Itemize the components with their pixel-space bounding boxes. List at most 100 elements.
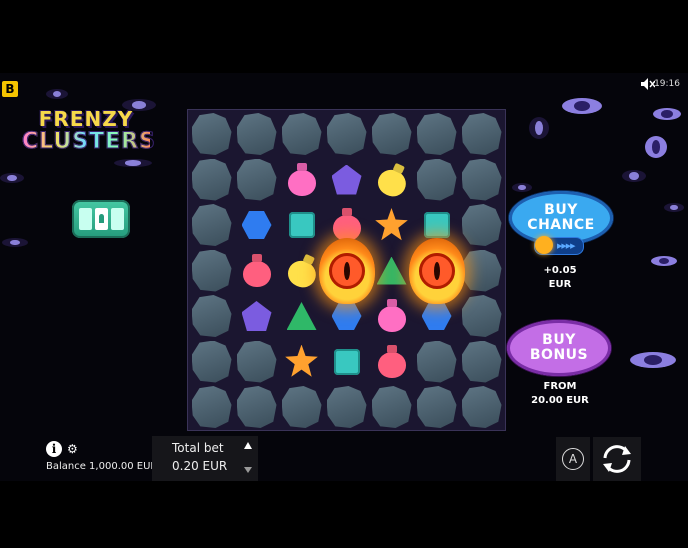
rock-icon <box>236 340 277 383</box>
board-cell <box>460 249 503 293</box>
board-cell <box>325 112 368 156</box>
board-cell <box>235 203 278 247</box>
letterbox-bottom <box>0 481 688 548</box>
info-icon[interactable]: i <box>46 441 62 457</box>
potion-pink-icon <box>287 169 316 196</box>
rock-icon <box>461 113 502 155</box>
board-cell <box>460 385 503 429</box>
hexagon-gem-icon <box>421 302 452 330</box>
board-cell <box>460 294 503 338</box>
background-eye-icon <box>664 203 684 212</box>
board-cell <box>415 385 458 429</box>
background-eye-icon <box>562 98 602 114</box>
eye-icon <box>418 252 455 289</box>
autoplay-icon: A <box>562 448 584 470</box>
rock-icon <box>461 340 502 383</box>
total-bet-panel: Total bet 0.20 EUR <box>152 436 258 481</box>
board-cell <box>235 385 278 429</box>
board-cell <box>280 249 323 293</box>
rock-icon <box>416 113 457 155</box>
eye-icon <box>328 252 365 289</box>
board-cell <box>415 158 458 202</box>
board-cell <box>235 340 278 384</box>
buy-bonus-price: FROM 20.00 EUR <box>520 380 600 407</box>
star-gem-icon <box>375 208 408 241</box>
gear-icon[interactable]: ⚙ <box>67 443 78 455</box>
background-eye-icon <box>651 256 677 266</box>
rock-icon <box>326 386 367 428</box>
board-cell <box>235 294 278 338</box>
background-eye-icon <box>645 136 667 158</box>
background-eye-icon <box>0 173 24 183</box>
square-gem-icon <box>423 212 450 238</box>
background-eye-icon <box>622 170 646 182</box>
board-cell <box>370 112 413 156</box>
board-cell <box>325 340 368 384</box>
star-gem-icon <box>285 344 318 377</box>
letterbox-top <box>0 0 688 73</box>
board-cell <box>318 237 375 304</box>
total-bet-label: Total bet <box>172 441 224 455</box>
buy-chance-price: +0.05 EUR <box>530 264 590 291</box>
fire-eye-icon <box>408 237 465 304</box>
buy-bonus-label-1: BUY <box>542 332 576 349</box>
rock-icon <box>461 158 502 201</box>
board-cell <box>190 203 233 247</box>
rock-icon <box>191 113 232 155</box>
rock-icon <box>461 386 502 428</box>
spin-button[interactable] <box>593 437 641 481</box>
autoplay-button[interactable]: A <box>556 437 590 481</box>
board-cell <box>190 249 233 293</box>
card-collection-icon <box>78 208 92 230</box>
potion-red-icon <box>242 260 271 287</box>
board-cell <box>280 158 323 202</box>
bet-down-icon[interactable] <box>244 467 252 473</box>
speaker-muted-icon[interactable] <box>641 78 655 90</box>
rock-icon <box>191 295 232 337</box>
rock-icon <box>191 158 232 201</box>
rock-icon <box>461 249 502 292</box>
buy-bonus-label-2: BONUS <box>529 347 589 363</box>
rock-icon <box>191 204 232 246</box>
buy-chance-price-line-1: +0.05 <box>543 265 577 276</box>
card-collection-button[interactable] <box>72 200 130 238</box>
board-cell <box>280 203 323 247</box>
board-cell <box>325 158 368 202</box>
board-cell <box>190 294 233 338</box>
square-gem-icon <box>333 348 360 375</box>
buy-chance-toggle[interactable]: ▶▶▶▶ <box>534 236 584 255</box>
board-cell <box>370 249 413 293</box>
rock-icon <box>461 204 502 246</box>
background-eye-icon <box>529 117 549 139</box>
rock-icon <box>416 340 457 383</box>
board-cell <box>280 294 323 338</box>
triangle-gem-icon <box>376 256 407 285</box>
spin-icon <box>603 445 631 473</box>
background-eye-icon <box>630 352 676 368</box>
brand-badge: B <box>2 81 18 97</box>
rock-icon <box>191 249 232 292</box>
buy-bonus-button[interactable]: BUY BONUS <box>507 320 611 376</box>
board-cell <box>235 158 278 202</box>
square-gem-icon <box>288 212 315 238</box>
board-cell <box>370 294 413 338</box>
logo-line-2: CLUSTERS <box>22 129 156 154</box>
clock-time: 19:16 <box>654 79 680 89</box>
game-stage: B FRENZY CLUSTERS 19:16 BUY CHANCE ▶▶▶▶ … <box>0 73 688 481</box>
board-cell <box>460 203 503 247</box>
buy-chance-label-2: CHANCE <box>527 217 595 233</box>
board-cell <box>408 237 465 304</box>
rock-icon <box>416 386 457 428</box>
background-eye-icon <box>2 238 28 247</box>
toggle-knob <box>535 236 553 254</box>
game-board[interactable] <box>187 109 506 431</box>
board-cell <box>280 340 323 384</box>
rock-icon <box>191 386 232 428</box>
board-cell <box>370 340 413 384</box>
bet-up-icon[interactable] <box>244 442 252 449</box>
buy-bonus-price-line-1: FROM <box>543 381 577 392</box>
hexagon-gem-icon <box>241 211 272 239</box>
hexagon-gem-icon <box>331 302 362 330</box>
rock-icon <box>281 113 322 155</box>
toggle-arrows-icon: ▶▶▶▶ <box>557 242 576 250</box>
